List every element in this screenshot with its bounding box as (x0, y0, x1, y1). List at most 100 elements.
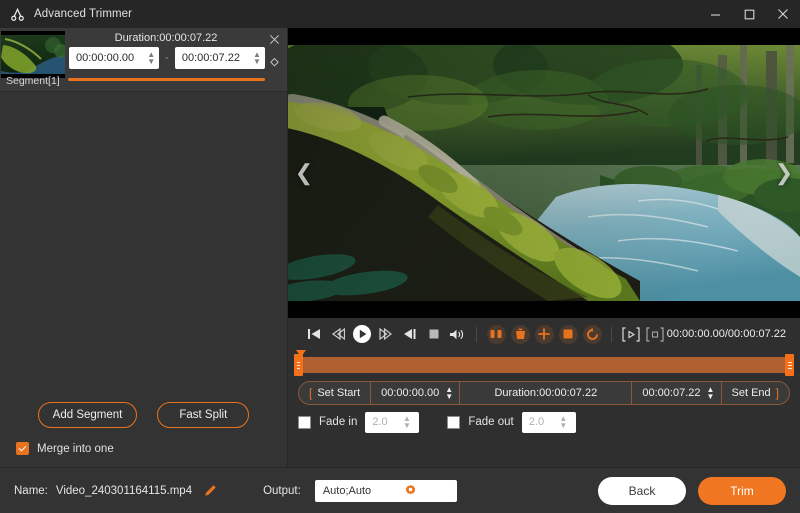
toolbar-divider (476, 326, 478, 342)
fade-in-label: Fade in (319, 416, 358, 428)
back-button[interactable]: Back (598, 476, 686, 505)
skip-to-start-icon[interactable] (302, 321, 326, 347)
rewind-icon[interactable] (326, 321, 350, 347)
segment-expand-collapse-icon[interactable] (269, 57, 280, 75)
undo-icon[interactable] (580, 321, 604, 347)
segment-name-label: Segment[1] (6, 75, 60, 87)
segment-end-input[interactable]: 00:00:07.22 ▲ ▼ (174, 47, 266, 69)
fade-out-input[interactable]: 2.0 ▲ ▼ (521, 411, 576, 433)
add-segment-button[interactable]: Add Segment (37, 402, 138, 428)
close-button[interactable] (766, 0, 800, 28)
advanced-trimmer-window: Advanced Trimmer Duration:00:00:07.22 00… (0, 0, 800, 513)
segment-action-buttons: Add Segment Fast Split (0, 402, 287, 442)
file-name-label: Name: (14, 484, 48, 497)
forest-scene-image (288, 45, 800, 301)
fast-forward-icon[interactable] (374, 321, 398, 347)
bracket-play-icon[interactable] (619, 323, 643, 345)
start-time-value: 00:00:00.00 (381, 387, 440, 399)
end-time-input[interactable]: 00:00:07.22 ▲ ▼ (632, 382, 720, 404)
video-preview[interactable]: ❮ ❯ (288, 28, 800, 318)
segments-panel: Duration:00:00:07.22 00:00:00.00 ▲ ▼ - 00… (0, 28, 288, 467)
toolbar-divider-2 (610, 326, 612, 342)
fade-out-label: Fade out (468, 416, 514, 428)
start-time-input[interactable]: 00:00:00.00 ▲ ▼ (371, 382, 459, 404)
start-time-stepper[interactable]: ▲ ▼ (443, 386, 455, 401)
set-end-label: Set End (731, 387, 771, 399)
main-body: Duration:00:00:07.22 00:00:00.00 ▲ ▼ - 00… (0, 28, 800, 467)
merge-into-one-row[interactable]: Merge into one (0, 442, 287, 467)
segment-item[interactable]: Duration:00:00:07.22 00:00:00.00 ▲ ▼ - 00… (0, 28, 287, 92)
timeline-selection[interactable] (296, 357, 792, 373)
segment-actions (265, 32, 283, 75)
segment-range-separator: - (165, 52, 169, 64)
output-format-field[interactable]: Auto;Auto (314, 479, 457, 502)
timeline-scrubber[interactable] (288, 350, 800, 378)
file-name-value: Video_240301164115.mp4 (55, 484, 193, 497)
set-start-button[interactable]: [ Set Start (299, 382, 370, 404)
segment-details: Duration:00:00:07.22 00:00:00.00 ▲ ▼ - 00… (65, 28, 287, 91)
video-frame (288, 45, 800, 301)
segment-start-value: 00:00:00.00 (76, 52, 135, 64)
split-icon[interactable] (484, 321, 508, 347)
trim-button[interactable]: Trim (698, 476, 786, 505)
segment-range-bar[interactable] (68, 78, 265, 81)
skip-to-end-icon[interactable] (398, 321, 422, 347)
fade-out-checkbox[interactable] (447, 415, 461, 429)
maximize-button[interactable] (732, 0, 766, 28)
minimize-button[interactable] (698, 0, 732, 28)
segment-start-stepper[interactable]: ▲ ▼ (145, 51, 157, 66)
segment-close-icon[interactable] (269, 32, 280, 50)
plus-icon[interactable] (532, 321, 556, 347)
trim-range-pill: [ Set Start 00:00:00.00 ▲ ▼ Duration:00:0… (298, 381, 790, 405)
segments-empty-space (0, 92, 287, 402)
trash-icon[interactable] (508, 321, 532, 347)
fade-in-value: 2.0 (372, 416, 388, 428)
window-controls (698, 0, 800, 28)
window-title: Advanced Trimmer (34, 8, 133, 20)
footer-bar: Name: Video_240301164115.mp4 Output: Aut… (0, 467, 800, 513)
segment-duration-label: Duration:00:00:07.22 (114, 32, 218, 44)
chevron-right-icon[interactable]: ❯ (771, 162, 797, 184)
scissors-icon (8, 5, 26, 23)
segment-time-inputs: 00:00:00.00 ▲ ▼ - 00:00:07.22 ▲ ▼ (65, 47, 287, 69)
gear-icon[interactable] (404, 484, 450, 497)
set-start-label: Set Start (317, 387, 361, 399)
stop-icon[interactable] (422, 321, 446, 347)
player-panel: ❮ ❯ 00:00:00.00/00:00:07.22 [Set Start … (288, 28, 800, 467)
play-icon[interactable] (350, 321, 374, 347)
end-time-stepper[interactable]: ▲ ▼ (705, 386, 717, 401)
bracket-square-icon[interactable] (643, 323, 667, 345)
fade-in-stepper[interactable]: ▲ ▼ (397, 415, 418, 430)
chevron-left-icon[interactable]: ❮ (291, 162, 317, 184)
fade-out-value: 2.0 (528, 416, 545, 428)
merge-into-one-checkbox[interactable] (16, 442, 29, 455)
volume-icon[interactable] (446, 321, 470, 347)
segment-thumbnail[interactable] (1, 31, 65, 78)
trim-start-handle[interactable] (294, 354, 303, 376)
pencil-icon[interactable] (204, 484, 217, 497)
footer-buttons: Back Trim (598, 476, 786, 505)
square-icon[interactable] (556, 321, 580, 347)
segment-end-value: 00:00:07.22 (181, 52, 240, 64)
set-start-bracket-icon: [ (309, 386, 313, 400)
trim-range-row: [ Set Start 00:00:00.00 ▲ ▼ Duration:00:0… (288, 378, 800, 408)
fade-controls-row: Fade in 2.0 ▲ ▼ Fade out 2.0 ▲ ▼ (288, 408, 800, 436)
set-end-bracket-icon: ] (775, 386, 779, 400)
fade-in-checkbox[interactable] (298, 415, 311, 429)
merge-into-one-label: Merge into one (37, 442, 114, 455)
fade-in-input[interactable]: 2.0 ▲ ▼ (365, 411, 420, 433)
output-format-value: Auto;Auto (322, 484, 372, 497)
set-end-button[interactable]: Set End ] (722, 382, 789, 404)
trim-end-handle[interactable] (785, 354, 794, 376)
titlebar: Advanced Trimmer (0, 0, 800, 28)
segment-list: Duration:00:00:07.22 00:00:00.00 ▲ ▼ - 00… (0, 28, 287, 92)
end-time-value: 00:00:07.22 (642, 387, 701, 399)
segment-start-input[interactable]: 00:00:00.00 ▲ ▼ (69, 47, 160, 69)
trim-duration-label: Duration:00:00:07.22 (494, 387, 598, 399)
output-label: Output: (263, 484, 301, 497)
player-timecode: 00:00:00.00/00:00:07.22 (666, 328, 787, 340)
segment-end-stepper[interactable]: ▲ ▼ (251, 51, 263, 66)
player-toolbar: 00:00:00.00/00:00:07.22 (288, 318, 800, 350)
fade-out-stepper[interactable]: ▲ ▼ (553, 415, 574, 430)
fast-split-button[interactable]: Fast Split (157, 402, 250, 428)
